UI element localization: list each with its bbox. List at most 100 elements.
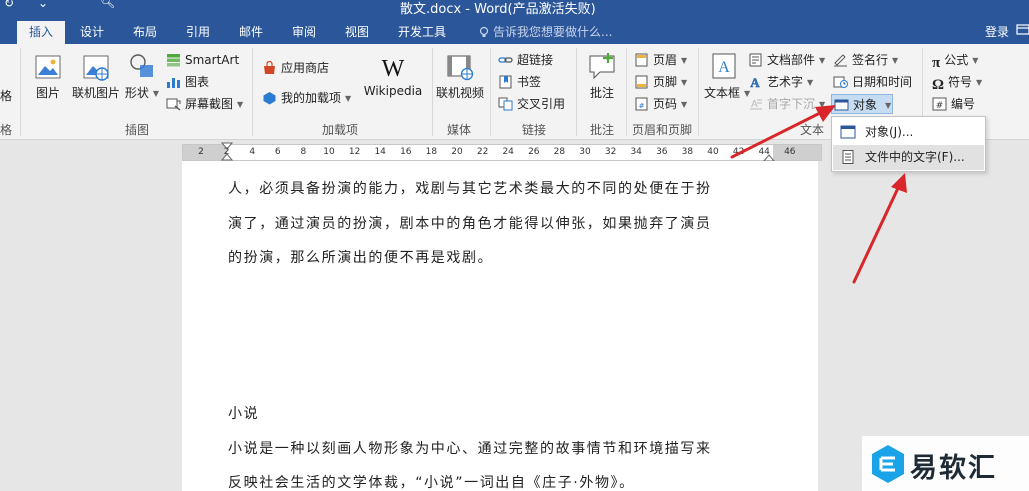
menu-item-object-label: 对象(J)...: [865, 125, 914, 139]
tab-view[interactable]: 视图: [342, 21, 372, 44]
document-line[interactable]: 的扮演，那么所演出的便不再是戏剧。: [228, 247, 493, 267]
group-label-media: 媒体: [447, 123, 472, 137]
store-button[interactable]: 应用商店: [262, 58, 329, 78]
signature-line-button[interactable]: 签名行 ▼: [833, 50, 898, 70]
tab-mailings[interactable]: 邮件: [236, 21, 266, 44]
symbol-label: 符号: [948, 75, 973, 89]
header-button[interactable]: 页眉 ▼: [634, 50, 687, 70]
hyperlink-button[interactable]: 超链接: [498, 50, 553, 70]
screenshot-icon: [166, 98, 181, 111]
my-addins-button[interactable]: 我的加载项 ▼: [262, 88, 351, 108]
wikipedia-icon: W: [382, 56, 405, 82]
wordart-button[interactable]: A 艺术字 ▼: [748, 72, 813, 92]
watermark-text: 易软汇: [910, 453, 997, 484]
tab-design[interactable]: 设计: [77, 21, 107, 44]
number-label: 编号: [951, 97, 976, 111]
ruler-tick-label: 24: [502, 147, 514, 157]
menu-item-object[interactable]: 对象(J)...: [833, 120, 984, 145]
window-title: 散文.docx - Word(产品激活失败): [400, 2, 596, 17]
shapes-button[interactable]: 形状 ▼: [124, 50, 160, 101]
symbol-button[interactable]: Ω 符号 ▼: [932, 72, 982, 93]
my-addins-label: 我的加载项: [281, 91, 342, 105]
store-icon: [264, 61, 275, 74]
tab-layout[interactable]: 布局: [130, 21, 160, 44]
document-page[interactable]: 人，必须具备扮演的能力，戏剧与其它艺术类最大的不同的处便在于扮 演了，通过演员的…: [182, 161, 818, 491]
document-line[interactable]: 演了，通过演员的扮演，剧本中的角色才能得以伸张，如果抛弃了演员: [228, 213, 712, 233]
wikipedia-button[interactable]: W Wikipedia: [362, 50, 424, 98]
tab-review[interactable]: 审阅: [289, 21, 319, 44]
smartart-button[interactable]: SmartArt: [166, 50, 239, 70]
group-label-addins: 加载项: [322, 123, 359, 137]
omega-icon: Ω: [932, 77, 945, 93]
page-number-icon: #: [635, 97, 648, 111]
group-label-table: 格: [0, 123, 13, 137]
equation-button[interactable]: π 公式 ▼: [932, 50, 978, 71]
horizontal-ruler[interactable]: 2 2 4 6 8 10 12 14 16 18 20 22 24 26 28 30 32 34 36 38 40 42 4…: [182, 142, 822, 162]
quick-parts-label: 文档部件: [767, 53, 816, 67]
tell-me-box[interactable]: 告诉我您想要做什么...: [478, 21, 612, 44]
online-picture-icon: [83, 55, 109, 81]
ribbon-display-options-icon[interactable]: [1016, 22, 1029, 36]
ribbon-separator: [490, 48, 491, 136]
cross-reference-button[interactable]: 交叉引用: [498, 94, 565, 114]
ruler-tick-label: 12: [348, 147, 361, 157]
ribbon-separator: [698, 48, 699, 136]
ruler-tick-label: 36: [656, 147, 668, 157]
ruler-tick-label: 38: [681, 147, 694, 157]
tab-developer[interactable]: 开发工具: [395, 21, 449, 44]
chevron-down-icon: ▼: [892, 56, 899, 65]
watermark-logo-icon: [872, 445, 904, 483]
signature-line-icon: [834, 54, 847, 67]
date-time-label: 日期和时间: [852, 75, 913, 89]
ribbon-separator: [626, 48, 627, 136]
picture-button[interactable]: 图片: [30, 50, 66, 101]
comment-icon: [589, 53, 615, 80]
ruler-tick-label: 2: [223, 147, 230, 157]
header-label: 页眉: [653, 53, 678, 67]
chevron-down-icon: ▼: [152, 89, 160, 98]
login-link[interactable]: 登录: [985, 21, 1009, 44]
tab-insert[interactable]: 插入: [17, 21, 65, 44]
comment-button[interactable]: 批注: [584, 50, 620, 101]
footer-button[interactable]: 页脚 ▼: [634, 72, 687, 92]
number-icon: #: [932, 97, 947, 111]
online-video-label: 联机视频: [435, 86, 484, 100]
document-line[interactable]: 反映社会生活的文学体裁，“小说”一词出自《庄子·外物》。: [228, 472, 635, 491]
number-button[interactable]: # 编号: [932, 94, 975, 114]
object-button[interactable]: 对象 ▼: [831, 94, 893, 114]
annotation-arrow-shaft: [852, 184, 901, 284]
drop-cap-button[interactable]: A 首字下沉 ▼: [748, 94, 825, 114]
object-icon: [834, 99, 849, 111]
ruler-tick-label: 44: [758, 147, 770, 157]
page-number-button[interactable]: # 页码 ▼: [634, 94, 687, 114]
bookmark-button[interactable]: 书签: [498, 72, 541, 92]
menu-item-text-from-file[interactable]: 文件中的文字(F)...: [833, 145, 984, 170]
print-preview-icon[interactable]: 🔍︎: [100, 0, 115, 9]
tell-me-text: 告诉我您想要做什么...: [493, 25, 613, 39]
redo-icon[interactable]: ↻: [4, 0, 14, 10]
ruler-tick-label: 32: [604, 147, 617, 157]
tab-references[interactable]: 引用: [183, 21, 213, 44]
quick-parts-button[interactable]: 文档部件 ▼: [748, 50, 825, 70]
chevron-down-icon: ▼: [819, 56, 826, 65]
online-video-button[interactable]: 联机视频: [434, 50, 486, 101]
svg-text:A: A: [750, 75, 760, 89]
screenshot-button[interactable]: 屏幕截图 ▼: [166, 94, 243, 114]
annotation-arrowhead-icon: [891, 173, 907, 193]
table-button-partial[interactable]: 格: [0, 86, 12, 106]
chart-label: 图表: [185, 75, 210, 89]
ruler-tick-label: 18: [425, 147, 438, 157]
document-icon: [842, 150, 854, 164]
customize-quick-access-icon[interactable]: ⌄: [38, 0, 48, 10]
document-heading[interactable]: 小说: [228, 403, 259, 423]
chart-button[interactable]: 图表: [166, 72, 209, 92]
online-picture-button[interactable]: 联机图片: [70, 50, 122, 101]
ribbon-tab-row: 插入 设计 布局 引用 邮件 审阅 视图 开发工具 告诉我您想要做什么... 登…: [0, 18, 1029, 44]
date-time-button[interactable]: 日期和时间: [833, 72, 912, 92]
cross-reference-label: 交叉引用: [517, 97, 566, 111]
text-box-button[interactable]: A 文本框 ▼: [704, 50, 750, 101]
group-label-illustrations: 插图: [125, 123, 150, 137]
document-line[interactable]: 人，必须具备扮演的能力，戏剧与其它艺术类最大的不同的处便在于扮: [228, 178, 712, 198]
picture-label: 图片: [35, 86, 60, 100]
document-line[interactable]: 小说是一种以刻画人物形象为中心、通过完整的故事情节和环境描写来: [228, 438, 712, 458]
